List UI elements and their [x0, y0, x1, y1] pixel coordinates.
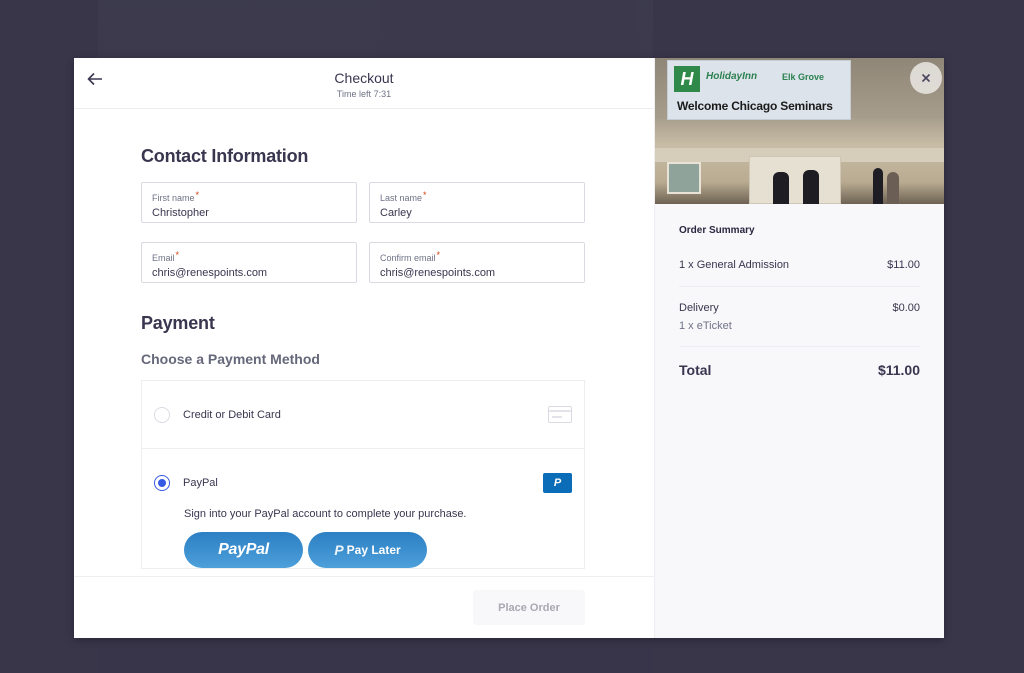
close-button[interactable]: [910, 62, 942, 94]
delivery-label: Delivery: [679, 302, 719, 314]
summary-line-item: 1 x General Admission $11.00: [679, 259, 920, 287]
checkout-footer: Place Order: [74, 576, 654, 638]
contact-heading: Contact Information: [141, 146, 309, 166]
required-mark: *: [436, 250, 441, 260]
confirm-email-label: Confirm email*: [380, 250, 574, 263]
credit-card-icon: [548, 406, 572, 423]
payment-method-card[interactable]: Credit or Debit Card: [142, 381, 584, 448]
line-item-label: 1 x General Admission: [679, 259, 790, 271]
order-summary-panel: H HolidayInn Elk Grove Welcome Chicago S…: [654, 58, 944, 638]
payment-methods: Credit or Debit Card PayPal P Sign into …: [141, 380, 585, 569]
label-text: First name: [152, 193, 195, 203]
total-price: $11.00: [877, 362, 920, 378]
delivery-row: Delivery $0.00: [679, 302, 920, 314]
last-name-input[interactable]: [380, 207, 574, 219]
pay-later-label: Pay Later: [346, 543, 401, 557]
order-summary-title: Order Summary: [679, 225, 755, 236]
first-name-field[interactable]: First name*: [141, 182, 357, 223]
close-icon: [921, 73, 931, 83]
label-text: Confirm email: [380, 253, 436, 263]
first-name-input[interactable]: [152, 207, 346, 219]
required-mark: *: [175, 250, 180, 260]
paypal-button[interactable]: PayPal: [184, 532, 303, 568]
email-field[interactable]: Email*: [141, 242, 357, 283]
email-input[interactable]: [152, 267, 346, 279]
contact-fields: First name* Last name* Email* Confirm em…: [141, 182, 585, 283]
first-name-label: First name*: [152, 190, 346, 203]
total-label: Total: [679, 362, 712, 378]
paypal-buttons: PayPal P Pay Later: [184, 532, 584, 568]
payment-heading: Payment: [141, 313, 215, 333]
payment-method-subheading: Choose a Payment Method: [141, 351, 320, 367]
page-title: Checkout: [334, 70, 394, 86]
wall-picture: [667, 162, 701, 194]
checkout-modal: Checkout Time left 7:31 Contact Informat…: [74, 58, 944, 638]
label-text: Email: [152, 253, 175, 263]
hotel-logo-icon: H: [674, 66, 700, 92]
person-silhouette: [803, 170, 819, 204]
payment-method-card-row[interactable]: Credit or Debit Card: [142, 381, 584, 448]
banner-location: Elk Grove: [782, 72, 825, 82]
person-silhouette: [773, 172, 789, 204]
paypal-radio[interactable]: [154, 474, 170, 491]
place-order-button[interactable]: Place Order: [473, 590, 585, 625]
event-image: H HolidayInn Elk Grove Welcome Chicago S…: [655, 58, 944, 204]
time-left: Time left 7:31: [336, 89, 392, 99]
card-radio[interactable]: [154, 406, 170, 423]
required-mark: *: [423, 190, 427, 200]
banner-brand: HolidayInn: [706, 71, 758, 82]
last-name-field[interactable]: Last name*: [369, 182, 585, 223]
email-label: Email*: [152, 250, 346, 263]
delivery-price: $0.00: [892, 302, 920, 314]
person-silhouette: [887, 172, 899, 204]
banner-welcome: Welcome Chicago Seminars: [677, 99, 833, 113]
back-button[interactable]: [84, 68, 106, 90]
confirm-email-field[interactable]: Confirm email*: [369, 242, 585, 283]
payment-method-paypal[interactable]: PayPal P Sign into your PayPal account t…: [142, 448, 584, 568]
label-text: Last name: [380, 193, 423, 203]
delivery-note: 1 x eTicket: [679, 320, 732, 332]
paypal-mark-icon: P: [334, 542, 344, 558]
paypal-method-label: PayPal: [183, 476, 218, 489]
checkout-main-panel: Checkout Time left 7:31 Contact Informat…: [74, 58, 654, 638]
checkout-form: Contact Information First name* Last nam…: [74, 110, 654, 576]
radio-dot: [158, 478, 166, 487]
arrow-left-icon: [87, 72, 102, 86]
checkout-header: Checkout Time left 7:31: [74, 58, 654, 109]
payment-method-paypal-row[interactable]: PayPal P: [142, 449, 584, 516]
line-item-price: $11.00: [887, 259, 920, 271]
paypal-description: Sign into your PayPal account to complet…: [184, 508, 467, 520]
last-name-label: Last name*: [380, 190, 574, 203]
person-silhouette: [873, 168, 883, 204]
summary-total: Total $11.00: [679, 362, 920, 378]
card-method-label: Credit or Debit Card: [183, 408, 281, 421]
pay-later-button[interactable]: P Pay Later: [308, 532, 427, 568]
paypal-details: Sign into your PayPal account to complet…: [142, 508, 584, 568]
event-banner: H HolidayInn Elk Grove Welcome Chicago S…: [667, 60, 851, 120]
order-summary: Order Summary 1 x General Admission $11.…: [655, 204, 944, 378]
front-desk-wall: [749, 156, 841, 204]
required-mark: *: [195, 190, 200, 200]
summary-delivery: Delivery $0.00 1 x eTicket: [679, 287, 920, 347]
paypal-icon: P: [543, 472, 572, 493]
confirm-email-input[interactable]: [380, 267, 574, 279]
